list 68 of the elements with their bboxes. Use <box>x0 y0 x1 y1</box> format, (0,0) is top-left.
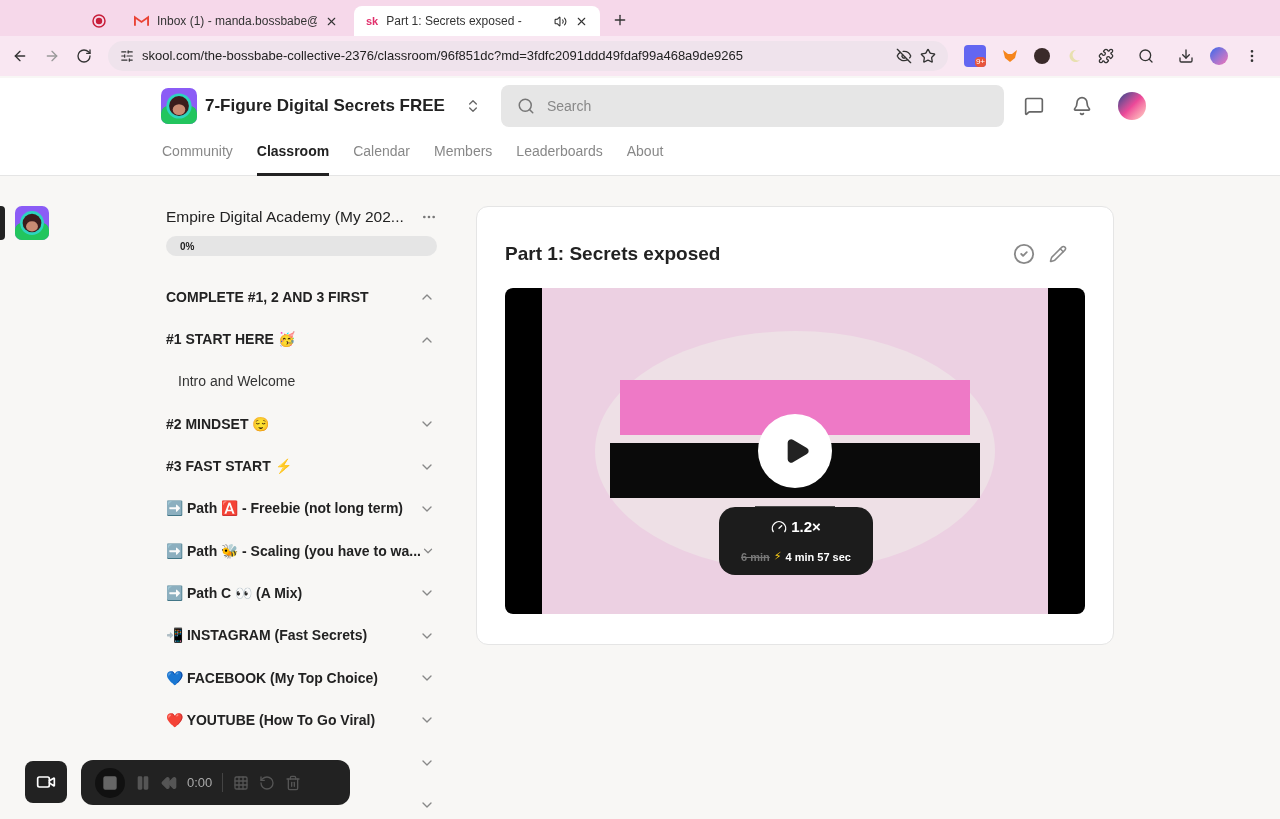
extension-icon[interactable] <box>1034 48 1050 64</box>
lesson-item[interactable]: Intro and Welcome <box>166 371 296 393</box>
section-title[interactable]: 📲 INSTAGRAM (Fast Secrets) <box>166 625 368 647</box>
nav-tab[interactable]: Leaderboards <box>516 130 603 176</box>
section-title[interactable]: #1 START HERE 🥳 <box>166 329 295 351</box>
forward-icon[interactable] <box>44 48 60 64</box>
chat-icon[interactable] <box>1023 96 1044 116</box>
nav-tab[interactable]: About <box>626 130 664 176</box>
tab-title: Part 1: Secrets exposed - <box>386 13 523 30</box>
camera-button[interactable] <box>25 761 67 803</box>
group-logo <box>161 88 197 124</box>
restart-icon[interactable] <box>259 774 276 791</box>
nav-tab[interactable]: Members <box>434 130 493 176</box>
extension-badge: 9+ <box>974 57 986 67</box>
reload-icon[interactable] <box>76 48 92 64</box>
notification-icon[interactable] <box>1071 96 1092 116</box>
url-text: skool.com/the-bossbabe-collective-2376/classroom/96f851dc?md=3fdfc2091ddd49fdaf99a468a9de9265 <box>142 47 743 66</box>
search-icon <box>516 97 535 115</box>
browser-tab[interactable]: sk Part 1: Secrets exposed - <box>354 6 601 36</box>
grid-icon[interactable] <box>233 774 250 791</box>
audio-icon[interactable] <box>554 14 568 28</box>
section-title[interactable]: #3 FAST START ⚡ <box>166 456 292 478</box>
rewind-icon[interactable] <box>161 774 177 791</box>
section-title[interactable]: ➡ Path 🐝 - Scaling (you have to wa... <box>166 540 421 562</box>
section-title[interactable]: COMPLETE #1, 2 AND 3 FIRST <box>166 286 369 308</box>
user-avatar[interactable] <box>1117 92 1146 120</box>
lesson-title: Part 1: Secrets exposed <box>505 242 721 266</box>
fox-icon[interactable] <box>1002 48 1018 64</box>
delete-icon[interactable] <box>285 774 302 791</box>
nav-tab[interactable]: Classroom <box>256 130 330 176</box>
original-duration: 6 min <box>741 549 770 565</box>
fast-duration: 4 min 57 sec <box>785 549 851 565</box>
tab-search-icon[interactable] <box>1138 48 1154 64</box>
section-title[interactable]: #2 MINDSET 😌 <box>166 413 270 435</box>
eye-off-icon[interactable] <box>896 48 912 64</box>
mail-icon <box>134 15 149 27</box>
recording-time: 0:00 <box>187 772 224 793</box>
fast-icon: ⚡ <box>773 548 782 565</box>
profile-avatar[interactable] <box>1210 47 1228 65</box>
course-title: Empire Digital Academy (My 202... <box>166 207 404 227</box>
edit-icon[interactable] <box>1049 245 1067 264</box>
download-icon[interactable] <box>1178 48 1194 64</box>
back-icon[interactable] <box>12 48 28 64</box>
stop-icon <box>102 774 118 791</box>
section-title[interactable]: 💙 FACEBOOK (My Top Choice) <box>166 667 378 689</box>
group-name[interactable]: 7-Figure Digital Secrets FREE <box>205 93 445 119</box>
pause-icon[interactable] <box>135 774 151 791</box>
speed-label: 1.2× <box>791 517 821 537</box>
section-title[interactable]: ➡ Path 🅰 - Freebie (not long term) <box>166 498 403 520</box>
site-favicon: sk <box>366 13 379 29</box>
search-field[interactable]: Search <box>546 95 988 117</box>
extensions-icon[interactable] <box>1098 48 1114 64</box>
video-player[interactable]: 1.2× 6 min ⚡ 4 min 57 sec <box>505 287 1085 614</box>
site-settings-icon[interactable] <box>120 49 134 63</box>
nav-tab[interactable]: Calendar <box>353 130 410 176</box>
active-indicator <box>0 206 5 240</box>
stop-button[interactable] <box>95 767 125 798</box>
record-icon <box>92 14 106 28</box>
address-bar[interactable]: skool.com/the-bossbabe-collective-2376/classroom/96f851dc?md=3fdfc2091ddd49fdaf99a468a9de9265 <box>108 41 948 71</box>
search-bar[interactable]: Search <box>500 85 1004 127</box>
bookmark-icon[interactable] <box>920 48 936 64</box>
section-title[interactable]: ➡ Path C 👀 (A Mix) <box>166 582 303 604</box>
extension-icon[interactable]: 9+ <box>964 45 986 67</box>
progress-label: 0% <box>180 240 195 255</box>
course-thumbnail <box>15 206 49 240</box>
nav-tab[interactable]: Community <box>162 130 233 176</box>
section-title[interactable]: ❤ YOUTUBE (How To Go Viral) <box>166 709 376 731</box>
complete-icon[interactable] <box>1013 243 1035 266</box>
